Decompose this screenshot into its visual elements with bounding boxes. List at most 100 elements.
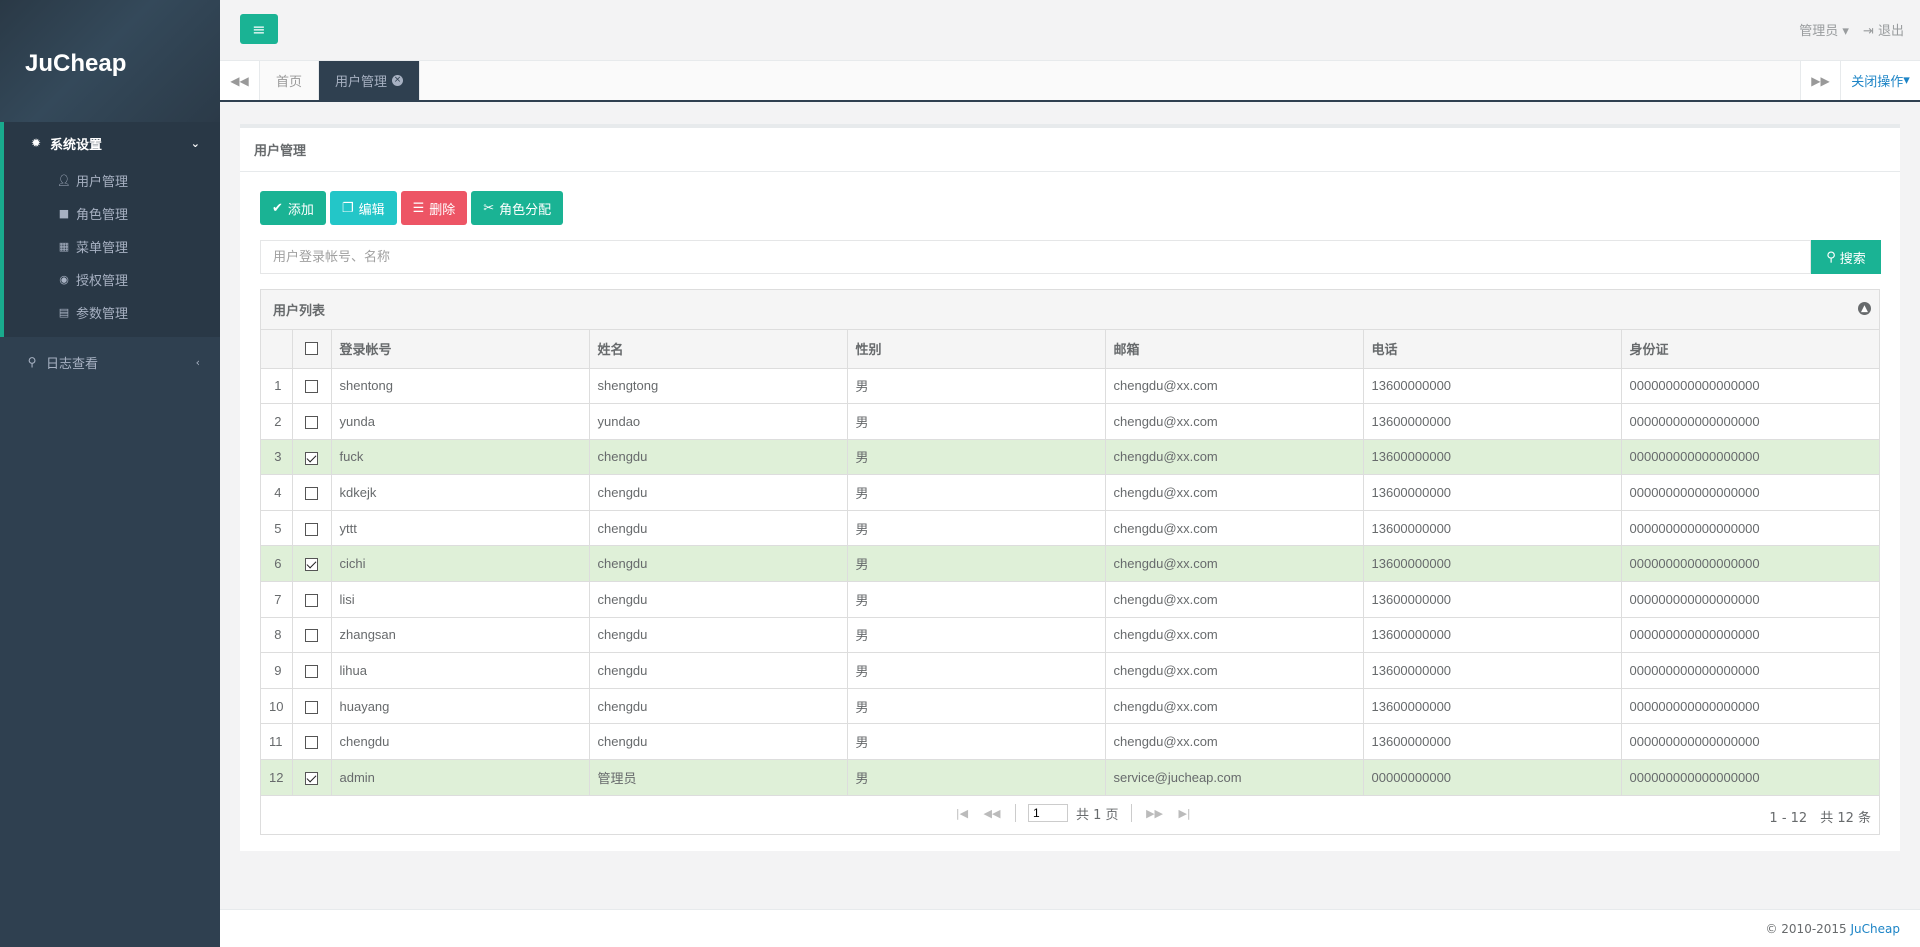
page-number-input[interactable] (1028, 804, 1068, 823)
first-page-icon[interactable]: |◀ (951, 807, 973, 820)
table-row[interactable]: 4 kdkejk chengdu 男 chengdu@xx.com 13600000000… (261, 474, 1879, 511)
cell-name: chengdu (589, 545, 848, 583)
row-checkbox[interactable] (305, 558, 318, 572)
sidebar-item-roles[interactable]: ■ 角色管理 (4, 197, 220, 230)
row-checkbox[interactable] (305, 522, 318, 536)
column-header-id-card[interactable]: 身份证 (1621, 330, 1879, 369)
nav-label: 系统设置 (50, 137, 103, 153)
close-operations-dropdown[interactable]: 关闭操作 ▾ (1840, 61, 1920, 100)
table-row[interactable]: 3 fuck chengdu 男 chengdu@xx.com 13600000000 00… (261, 439, 1879, 476)
row-checkbox-cell[interactable] (292, 688, 332, 725)
pager-separator (1015, 804, 1016, 823)
column-header-phone[interactable]: 电话 (1363, 330, 1622, 369)
table-row[interactable]: 2 yunda yundao 男 chengdu@xx.com 13600000000 00… (261, 403, 1879, 440)
user-menu[interactable]: 管理员 ▾ (1799, 20, 1849, 39)
nav-item-logs[interactable]: ⚲ 日志查看 ‹ (0, 341, 220, 383)
table-row[interactable]: 9 lihua chengdu 男 chengdu@xx.com 13600000000 0… (261, 652, 1879, 689)
cell-phone: 00000000000 (1363, 759, 1622, 796)
row-checkbox-cell[interactable] (292, 474, 332, 511)
row-number: 9 (261, 652, 293, 689)
sidebar-item-permissions[interactable]: ◉ 授权管理 (4, 263, 220, 296)
sidebar-item-parameters[interactable]: ▤ 参数管理 (4, 296, 220, 329)
row-checkbox-cell[interactable] (292, 759, 332, 796)
add-button[interactable]: ✔ 添加 (260, 191, 326, 225)
row-checkbox-cell[interactable] (292, 368, 332, 405)
column-header-email[interactable]: 邮箱 (1105, 330, 1364, 369)
row-checkbox[interactable] (305, 593, 318, 607)
next-page-icon[interactable]: ▶▶ (1144, 807, 1166, 820)
row-checkbox-cell[interactable] (292, 652, 332, 689)
search-input[interactable] (260, 240, 1811, 274)
cell-name: chengdu (589, 581, 848, 618)
row-checkbox[interactable] (305, 700, 318, 714)
cell-id-card: 000000000000000000 (1621, 723, 1879, 761)
table-row[interactable]: 10 huayang chengdu 男 chengdu@xx.com 136000000… (261, 688, 1879, 725)
table-row[interactable]: 11 chengdu chengdu 男 chengdu@xx.com 136000000… (261, 723, 1879, 761)
row-number-header (261, 330, 293, 369)
table-row[interactable]: 7 lisi chengdu 男 chengdu@xx.com 13600000000 00… (261, 581, 1879, 618)
sidebar-item-menus[interactable]: ▦ 菜单管理 (4, 230, 220, 263)
sidebar-item-users[interactable]: 👤︎ 用户管理 (4, 164, 220, 197)
row-checkbox[interactable] (305, 415, 318, 429)
tab-scroll-left-button[interactable]: ◀◀ (220, 61, 260, 100)
table-row[interactable]: 5 yttt chengdu 男 chengdu@xx.com 13600000000 00… (261, 510, 1879, 547)
cell-phone: 13600000000 (1363, 474, 1622, 511)
tab-scroll-right-button[interactable]: ▶▶ (1800, 61, 1840, 100)
row-number: 3 (261, 439, 293, 476)
backward-icon: ◀◀ (230, 73, 249, 88)
assign-role-button[interactable]: ✂ 角色分配 (471, 191, 564, 225)
row-checkbox-cell[interactable] (292, 617, 332, 654)
row-checkbox-cell[interactable] (292, 439, 332, 476)
row-checkbox-cell[interactable] (292, 545, 332, 583)
copyright-text: © 2010-2015 (1765, 922, 1851, 936)
cell-id-card: 000000000000000000 (1621, 510, 1879, 547)
check-icon: ✔ (272, 200, 283, 216)
row-checkbox[interactable] (305, 771, 318, 785)
nav-group-logs: ⚲ 日志查看 ‹ (0, 341, 220, 383)
row-checkbox-cell[interactable] (292, 723, 332, 761)
cell-name: chengdu (589, 652, 848, 689)
row-checkbox[interactable] (305, 736, 318, 750)
column-header-name[interactable]: 姓名 (589, 330, 848, 369)
row-number: 4 (261, 474, 293, 511)
delete-button[interactable]: ☰ 删除 (400, 191, 468, 225)
cell-account: cichi (331, 545, 590, 583)
logout-link[interactable]: ⇥ 退出 (1863, 20, 1904, 39)
sign-out-icon: ⇥ (1862, 24, 1874, 39)
tab-home[interactable]: 首页 (260, 61, 320, 100)
row-checkbox[interactable] (305, 665, 318, 679)
tab-user-management[interactable]: 用户管理 × (319, 61, 421, 100)
column-header-gender[interactable]: 性别 (847, 330, 1106, 369)
column-header-account[interactable]: 登录帐号 (331, 330, 590, 369)
search-button[interactable]: ⚲ 搜索 (1811, 240, 1881, 274)
nav-item-system-settings[interactable]: ✹ 系统设置 ⌄ (4, 122, 220, 164)
row-checkbox[interactable] (305, 380, 318, 394)
edit-button[interactable]: ❐ 编辑 (329, 191, 397, 225)
checkbox[interactable] (305, 342, 318, 356)
table-row[interactable]: 1 shentong shengtong 男 chengdu@xx.com 1360000… (261, 368, 1879, 405)
app-logo[interactable]: JuCheap (25, 50, 126, 78)
row-checkbox-cell[interactable] (292, 403, 332, 440)
user-grid: 用户列表 ▲ 登录帐号 姓名 性别 邮箱 电话 身份证 1 shentong she… (260, 289, 1880, 835)
table-row[interactable]: 6 cichi chengdu 男 chengdu@xx.com 13600000000 0… (261, 545, 1879, 583)
table-header-row: 登录帐号 姓名 性别 邮箱 电话 身份证 (261, 330, 1879, 369)
cell-name: chengdu (589, 688, 848, 725)
footer: © 2010-2015 JuCheap (220, 909, 1920, 947)
row-checkbox[interactable] (305, 451, 318, 465)
row-checkbox-cell[interactable] (292, 510, 332, 547)
footer-brand-link[interactable]: JuCheap (1851, 922, 1900, 936)
collapse-up-icon[interactable]: ▲ (1858, 302, 1871, 315)
row-checkbox-cell[interactable] (292, 581, 332, 618)
cell-gender: 男 (847, 617, 1106, 654)
row-checkbox[interactable] (305, 629, 318, 643)
cell-email: chengdu@xx.com (1105, 723, 1364, 761)
table-row[interactable]: 8 zhangsan chengdu 男 chengdu@xx.com 136000000… (261, 617, 1879, 654)
menu-toggle-button[interactable]: ≡ (240, 14, 278, 44)
last-page-icon[interactable]: ▶| (1174, 807, 1196, 820)
select-all-checkbox[interactable] (292, 330, 332, 369)
table-row[interactable]: 12 admin 管理员男 service@jucheap.com 0000000000… (261, 759, 1879, 796)
close-icon[interactable]: × (392, 75, 404, 86)
prev-page-icon[interactable]: ◀◀ (981, 807, 1003, 820)
row-number: 11 (261, 723, 293, 761)
row-checkbox[interactable] (305, 487, 318, 501)
